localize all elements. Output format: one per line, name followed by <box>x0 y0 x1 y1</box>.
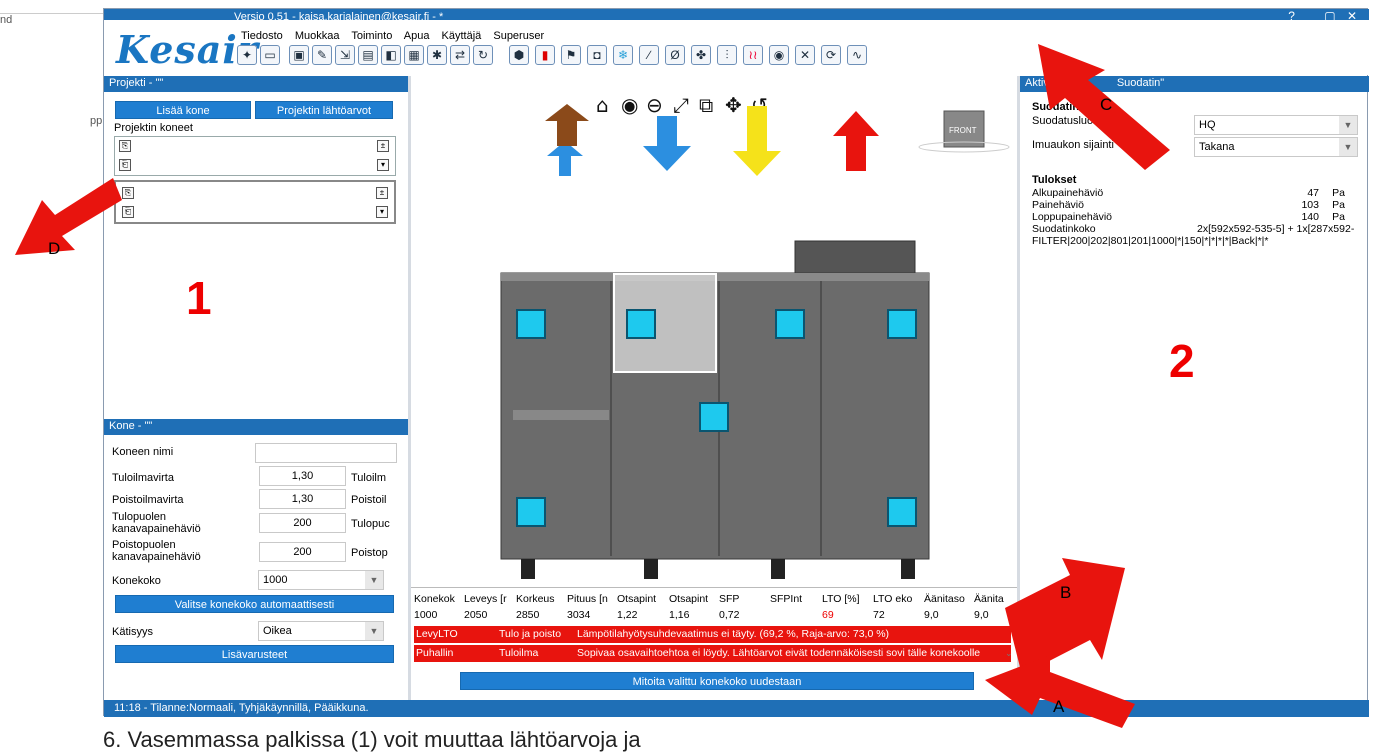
annotation-d-label: D <box>48 239 60 258</box>
annotation-overlay: C B A D <box>15 44 1170 728</box>
annotation-a-label: A <box>1053 697 1065 716</box>
annotation-arrow-d <box>15 178 122 255</box>
annotation-c-label: C <box>1100 95 1112 114</box>
annotation-b-label: B <box>1060 583 1071 602</box>
annotation-arrow-a <box>985 655 1135 728</box>
annotation-arrow-b <box>1005 558 1125 675</box>
